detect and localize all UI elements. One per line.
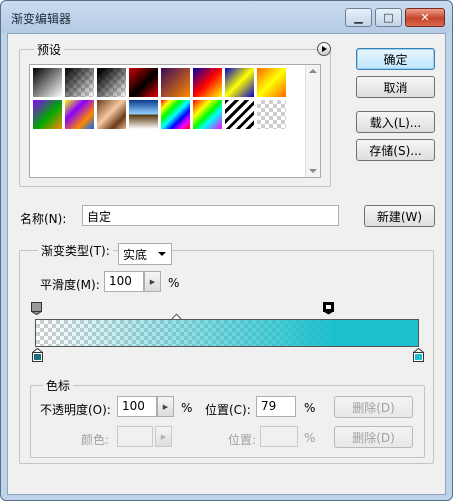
delete-color-stop-button[interactable]: 删除(D) [334,426,413,448]
preset-swatch-chrome[interactable] [128,99,159,130]
stops-label: 色标 [43,377,74,394]
color-stop-start[interactable] [31,347,44,362]
color-location-unit: % [304,431,316,445]
preset-swatch-grid [32,67,290,133]
opacity-spinner[interactable]: ▶ [157,396,174,417]
color-label: 颜色: [81,433,110,447]
preset-swatch-blue-red-yellow[interactable] [192,67,223,98]
gradient-type-select[interactable]: 实底 [118,243,172,265]
preset-swatch-spectrum[interactable] [160,99,191,130]
presets-scrollbar[interactable] [305,65,320,177]
spin-right-icon: ▶ [160,432,167,441]
window-title: 渐变编辑器 [11,12,72,26]
delete-opacity-stop-button[interactable]: 删除(D) [334,396,413,418]
gradient-editor-window: 渐变编辑器 ▁ □ ✕ 预设 确定 取消 载入(L)... 存储(S)... 名… [0,0,453,501]
spin-right-icon: ▶ [149,277,156,286]
color-spinner[interactable]: ▶ [155,426,172,447]
ok-button[interactable]: 确定 [356,48,435,70]
gradient-settings-group: 渐变类型(T): 实底 平滑度(M): 100 ▶ % 色标 不透明度(O): … [19,242,434,464]
stops-group: 色标 不透明度(O): 100 ▶ % 位置(C): 79 % 删除(D) 颜色… [30,377,425,458]
presets-group: 预设 [19,41,331,187]
maximize-button[interactable]: □ [375,8,402,27]
scroll-up-icon[interactable] [309,69,317,73]
spin-right-icon: ▶ [162,402,169,411]
scroll-down-icon[interactable] [309,169,317,173]
preset-swatch-checker-empty[interactable] [256,99,287,130]
name-label: 名称(N): [20,212,67,226]
opacity-location-field[interactable]: 79 [256,396,296,417]
color-swatch-field[interactable] [117,426,153,447]
opacity-stop-start[interactable] [29,302,44,316]
opacity-location-unit: % [304,401,316,415]
gradient-fill [36,320,418,346]
name-field[interactable]: 自定 [82,205,339,226]
preset-swatch-red-black[interactable] [128,67,159,98]
preset-swatch-yellow-violet-orange-blue[interactable] [64,99,95,130]
preset-swatch-violet-green-orange[interactable] [32,99,63,130]
preset-swatch-transparent-stripes[interactable] [224,99,255,130]
preset-swatch-orange-yellow-orange[interactable] [256,67,287,98]
presets-list[interactable] [29,64,321,178]
presets-label: 预设 [34,41,65,58]
load-button[interactable]: 载入(L)... [356,111,435,133]
opacity-field[interactable]: 100 [117,396,157,417]
smoothness-label: 平滑度(M): [40,278,100,292]
cancel-button[interactable]: 取消 [356,76,435,98]
close-icon: ✕ [420,11,430,24]
color-location-field[interactable] [260,426,298,447]
opacity-location-label: 位置(C): [205,403,251,417]
gradient-preview-bar[interactable] [35,319,419,347]
smoothness-field[interactable]: 100 [104,271,144,292]
maximize-icon: □ [383,11,394,24]
smoothness-unit: % [168,276,180,290]
preset-swatch-transparent-rainbow[interactable] [192,99,223,130]
preset-swatch-black-white[interactable] [32,67,63,98]
chevron-down-icon [158,252,166,256]
circle-arrow-right-icon[interactable] [317,42,331,56]
preset-swatch-copper[interactable] [96,99,127,130]
preset-swatch-violet-orange[interactable] [160,67,191,98]
opacity-unit: % [181,401,193,415]
opacity-stop-selected[interactable] [323,302,334,315]
gradient-type-label: 渐变类型(T): [38,242,113,259]
dialog-client-area: 预设 确定 取消 载入(L)... 存储(S)... 名称(N): 自定 新建(… [7,33,446,495]
preset-swatch-foreground-transparent[interactable] [96,67,127,98]
preset-swatch-black-transparent[interactable] [64,67,95,98]
new-button[interactable]: 新建(W) [364,205,435,227]
smoothness-spinner[interactable]: ▶ [144,271,161,292]
preset-swatch-blue-yellow-blue[interactable] [224,67,255,98]
save-button[interactable]: 存储(S)... [356,139,435,161]
opacity-label: 不透明度(O): [40,403,111,417]
minimize-icon: ▁ [354,11,363,24]
close-button[interactable]: ✕ [405,8,445,27]
color-stop-end[interactable] [412,347,425,362]
gradient-type-value: 实底 [123,248,148,262]
title-bar[interactable]: 渐变编辑器 ▁ □ ✕ [1,1,452,33]
minimize-button[interactable]: ▁ [345,8,372,27]
color-location-label: 位置: [228,433,257,447]
